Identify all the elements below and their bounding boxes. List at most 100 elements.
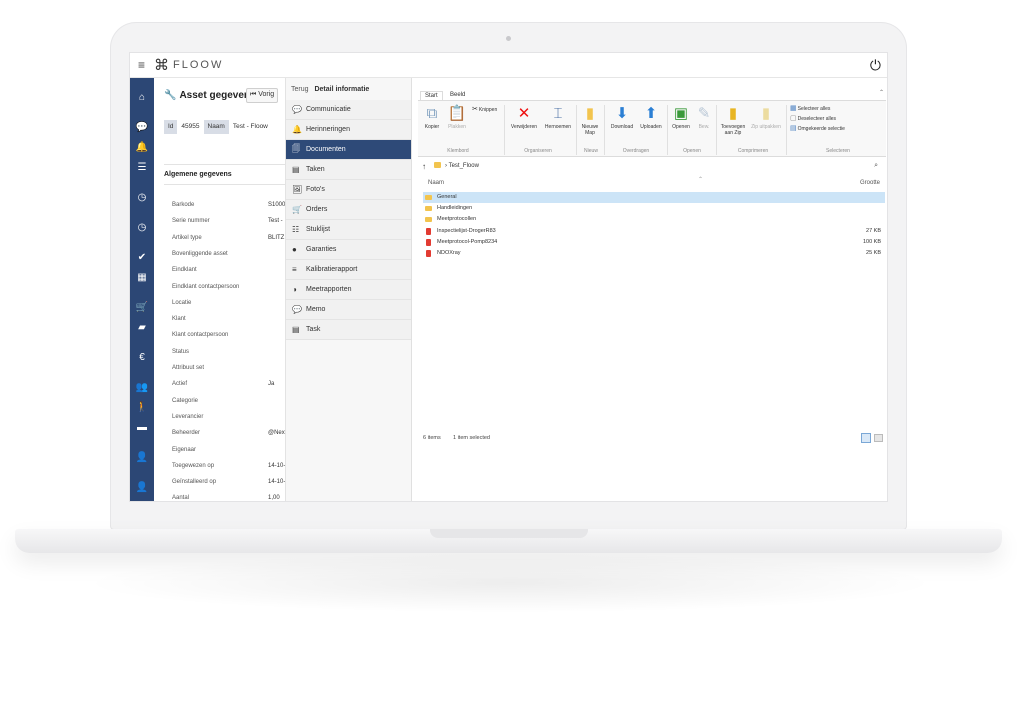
file-row[interactable]: Meetprotocollen (423, 214, 885, 225)
ribbon-collapse-icon[interactable]: ⌃ (879, 89, 884, 96)
detail-nav: Terug Detail informatie 💬 Communicatie 🔔 He… (286, 78, 412, 501)
asset-field: Eigenaar (172, 447, 285, 453)
asset-field: Actief Ja (172, 381, 285, 388)
edit-button[interactable]: ✎ Bew. (694, 105, 714, 130)
field-value: @Next (268, 430, 286, 437)
search-icon[interactable]: ⌕ (874, 162, 878, 170)
calendar-icon[interactable]: ▦ (130, 272, 154, 283)
file-row[interactable]: General (423, 192, 885, 203)
detail-item-documenten[interactable]: 🗐 Documenten (286, 140, 411, 160)
check-icon[interactable]: ✔ (130, 252, 154, 263)
users-icon[interactable]: 👥 (130, 382, 154, 393)
field-value: BLITZ (268, 234, 285, 241)
folder-icon (425, 206, 432, 212)
status-bar: 6 items 1 item selected (423, 433, 885, 445)
list-header: Naam ⌃ Grootte (418, 177, 886, 190)
select-all-button[interactable]: ▦Selecteer alles (790, 104, 830, 112)
wrench-icon: 🔧 (164, 90, 177, 101)
tab-start[interactable]: Start (420, 91, 443, 100)
up-arrow-icon[interactable]: ↑ (422, 162, 426, 171)
back-link[interactable]: Terug (291, 86, 309, 93)
field-label: Artikel type (172, 234, 202, 241)
power-icon[interactable]: ⏻ (870, 57, 881, 74)
copy-button[interactable]: ⧉ Kopier (421, 105, 443, 130)
details-view-icon[interactable] (861, 433, 871, 443)
truck-icon[interactable]: ▰ (130, 322, 154, 333)
group-select: Selecteren (826, 148, 850, 154)
app-logo[interactable]: ⌘ FLOOW (154, 56, 223, 74)
detail-item-stuklijst[interactable]: ☷ Stuklijst (286, 220, 411, 240)
download-button[interactable]: ⬇ Download (608, 105, 636, 130)
address-bar[interactable]: ↑ › Test_Floow ⌕ (418, 161, 886, 174)
field-label: Klant (172, 316, 186, 323)
profile-icon[interactable]: 👤 (130, 482, 154, 493)
tab-view[interactable]: Beeld (446, 91, 469, 99)
paste-button[interactable]: 📋 Plakken (445, 105, 469, 130)
timer-icon[interactable]: ◷ (130, 222, 154, 233)
extract-icon: ▮ (761, 105, 771, 122)
menu-icon[interactable]: ≡ (138, 58, 145, 72)
detail-item-communicatie[interactable]: 💬 Communicatie (286, 100, 411, 120)
detail-item-icon: ≡ (292, 265, 297, 274)
extract-zip-button[interactable]: ▮ Zip uitpakken (750, 105, 782, 130)
field-label: Bovenliggende asset (172, 250, 228, 257)
file-row[interactable]: Inspectielijst-DrogerR83 27 KB (423, 226, 885, 237)
new-folder-button[interactable]: ▮ Nieuwe Map (578, 105, 602, 136)
detail-item-foto-s[interactable]: 🖼 Foto's (286, 180, 411, 200)
file-row[interactable]: Handleidingen (423, 203, 885, 214)
detail-item-herinneringen[interactable]: 🔔 Herinneringen (286, 120, 411, 140)
scissors-icon: ✂ (472, 106, 478, 113)
detail-item-memo[interactable]: 💬 Memo (286, 300, 411, 320)
detail-item-garanties[interactable]: ● Garanties (286, 240, 411, 260)
field-value: 14-10- (268, 462, 286, 469)
file-row[interactable]: Meetprotocol-Pomp8234 100 KB (423, 237, 885, 248)
copy-label: Kopier (424, 124, 440, 130)
detail-item-label: Stuklijst (306, 226, 331, 233)
invert-selection-button[interactable]: ▤Omgekeerde selectie (790, 124, 845, 132)
detail-item-task[interactable]: ▤ Task (286, 320, 411, 340)
list-icon[interactable]: ☰ (130, 162, 154, 173)
rename-button[interactable]: ⌶ Hernoemen (542, 105, 574, 130)
prev-label: Vorig (258, 91, 275, 98)
rename-icon: ⌶ (553, 105, 563, 122)
home-icon[interactable]: ⌂ (130, 92, 154, 103)
logo-text: FLOOW (173, 59, 224, 71)
pdf-icon (426, 238, 431, 246)
open-button[interactable]: ▣ Openen (669, 105, 693, 130)
detail-item-kalibratierapport[interactable]: ≡ Kalibratierapport (286, 260, 411, 280)
detail-item-meetrapporten[interactable]: ◑ Meetrapporten (286, 280, 411, 300)
logo-mark: ⌘ (154, 57, 169, 74)
detail-title: Detail informatie (314, 86, 370, 93)
group-open: Openen (683, 148, 701, 154)
detail-item-orders[interactable]: 🛒 Orders (286, 200, 411, 220)
chat-icon[interactable]: 💬 (130, 122, 154, 133)
field-label: Status (172, 348, 190, 355)
detail-item-taken[interactable]: ▤ Taken (286, 160, 411, 180)
asset-field: Eindklant (172, 267, 285, 273)
column-size[interactable]: Grootte (860, 180, 880, 186)
prev-button[interactable]: ⏮ Vorig (246, 88, 279, 103)
asset-title-text: Asset gegevens (179, 90, 256, 101)
person-icon[interactable]: 🚶 (130, 402, 154, 413)
paste-icon: 📋 (447, 105, 467, 122)
user-icon[interactable]: 👤 (130, 452, 154, 463)
add-to-zip-button[interactable]: ▮ Toevoegen aan Zip (718, 105, 748, 136)
group-transfer: Overdragen (622, 148, 650, 154)
upload-button[interactable]: ⬆ Uploaden (637, 105, 665, 130)
file-row[interactable]: NDOXray 25 KB (423, 248, 885, 259)
book-icon[interactable]: ▬ (130, 422, 154, 433)
cart-icon[interactable]: 🛒 (130, 302, 154, 313)
bell-icon[interactable]: 🔔 (130, 142, 154, 153)
selection-count: 1 item selected (453, 435, 490, 441)
folder-icon (434, 162, 441, 168)
large-icons-view-icon[interactable] (874, 434, 883, 442)
cut-button[interactable]: ✂Knippen (472, 105, 497, 113)
extract-label: Zip uitpakken (751, 124, 781, 130)
delete-button[interactable]: ✕ Verwijderen (508, 105, 540, 130)
deselect-all-button[interactable]: ▢Deselecteer alles (790, 114, 836, 122)
clock-icon[interactable]: ◷ (130, 192, 154, 203)
euro-icon[interactable]: € (130, 352, 154, 363)
column-name[interactable]: Naam (428, 180, 444, 186)
ribbon-separator (667, 105, 668, 155)
field-value: Ja (268, 381, 275, 388)
